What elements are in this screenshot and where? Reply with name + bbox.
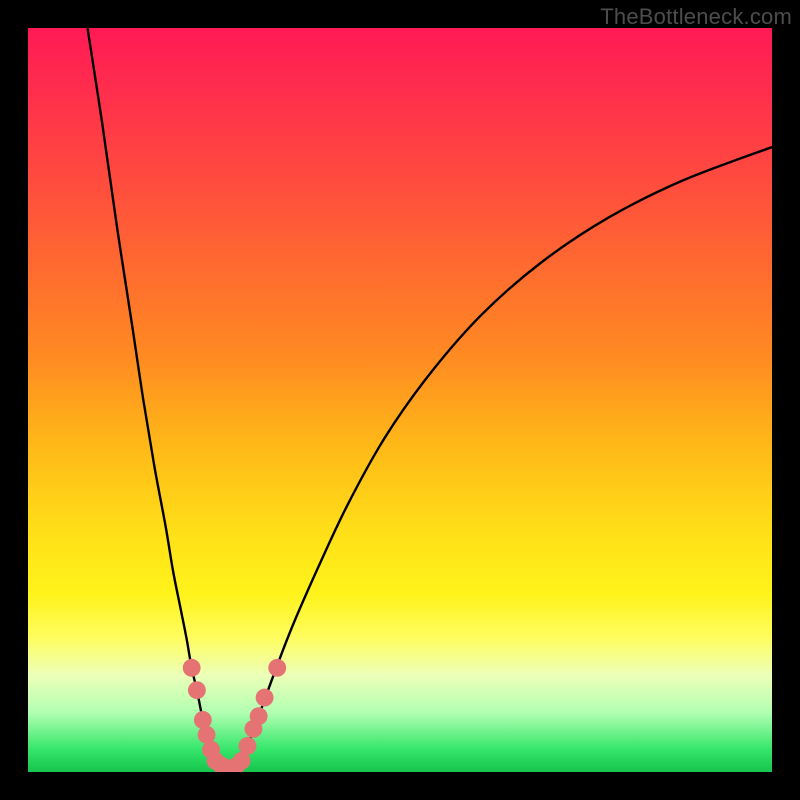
marker-group (183, 659, 286, 772)
data-marker (250, 707, 268, 725)
plot-area (28, 28, 772, 772)
outer-frame: TheBottleneck.com (0, 0, 800, 800)
data-marker (239, 737, 257, 755)
curve-group (88, 28, 772, 768)
watermark-text: TheBottleneck.com (600, 4, 792, 30)
curve-right-branch (239, 147, 772, 765)
data-marker (183, 659, 201, 677)
chart-svg (28, 28, 772, 772)
curve-left-branch (88, 28, 218, 765)
data-marker (256, 689, 274, 707)
data-marker (268, 659, 286, 677)
data-marker (194, 711, 212, 729)
data-marker (188, 681, 206, 699)
